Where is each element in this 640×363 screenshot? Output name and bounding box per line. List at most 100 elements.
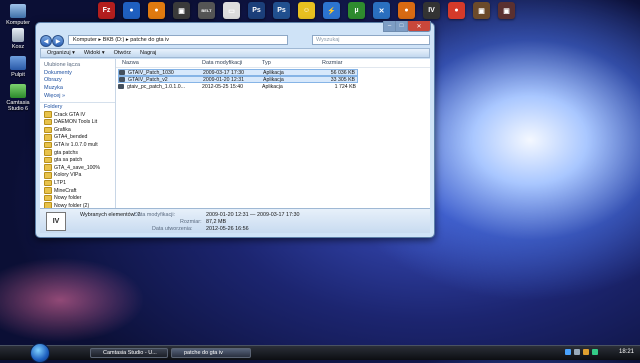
camera-icon[interactable]: ▭: [223, 2, 240, 19]
folder-tree-label: GTA iv 1.0.7.0 mult: [54, 141, 98, 148]
firefox-globe-icon[interactable]: ●: [148, 2, 165, 19]
file-name: GTAIV_Patch_1030: [128, 69, 174, 76]
column-type[interactable]: Typ: [262, 60, 271, 66]
desktop-icon-label: Komputer: [6, 20, 30, 26]
desktop-icon-label: Camtasia Studio 6: [6, 100, 30, 112]
folder-tree-item[interactable]: GTA iv 1.0.7.0 mult: [40, 141, 115, 149]
file-type: Aplikacja: [262, 83, 283, 90]
folder-tree-label: MineCraft: [54, 187, 77, 194]
organize-button[interactable]: Organizuj ▾: [47, 50, 75, 56]
column-headers: Nazwa Data modyfikacji Typ Rozmiar: [116, 59, 430, 68]
thunder-icon[interactable]: ⚡: [323, 2, 340, 19]
folder-tree-label: gta sa patch: [54, 157, 83, 164]
smiley-icon[interactable]: ☺: [298, 2, 315, 19]
chrome-icon[interactable]: ●: [448, 2, 465, 19]
column-date[interactable]: Data modyfikacji: [202, 60, 242, 66]
folder-tree-item[interactable]: MineCraft: [40, 187, 115, 195]
game-icon[interactable]: ▣: [173, 2, 190, 19]
folder-icon: [44, 194, 52, 202]
taskbar: Camtasia Studio - U... patche do gta iv …: [0, 343, 640, 363]
folder-tree-item[interactable]: Kolory VIPa: [40, 172, 115, 180]
favorite-link-more[interactable]: Więcej »: [40, 92, 115, 100]
back-button[interactable]: ◀: [40, 35, 52, 47]
utorrent-icon[interactable]: µ: [348, 2, 365, 19]
folder-tree-label: Crack GTA IV: [54, 111, 86, 118]
breadcrumb-drive[interactable]: BKB (D:): [103, 37, 125, 43]
column-size[interactable]: Rozmiar: [322, 60, 342, 66]
tray-app-icon[interactable]: [592, 349, 598, 355]
desktop-icon-desktop[interactable]: Pulpit: [2, 56, 34, 78]
folder-tree-item[interactable]: LTP1: [40, 179, 115, 187]
taskbar-item-explorer[interactable]: patche do gta iv: [171, 348, 251, 358]
breadcrumb-computer[interactable]: Komputer: [73, 37, 97, 43]
application-icon: [119, 77, 125, 82]
file-size: 33 305 KB: [330, 76, 355, 83]
firefox-icon[interactable]: ●: [398, 2, 415, 19]
photo-icon[interactable]: ▣: [473, 2, 490, 19]
open-button[interactable]: Otwórz: [114, 50, 131, 56]
dragon-icon[interactable]: ▣: [498, 2, 515, 19]
favorite-link-music[interactable]: Muzyka: [40, 84, 115, 92]
file-list: Nazwa Data modyfikacji Typ Rozmiar GTAIV…: [116, 59, 430, 211]
folder-tree-item[interactable]: gta sa patch: [40, 156, 115, 164]
folder-tree-item[interactable]: Nowy folder: [40, 194, 115, 202]
start-button[interactable]: [30, 343, 50, 363]
computer-icon: [10, 4, 26, 18]
folder-tree-item[interactable]: GTA_4_save_100%: [40, 164, 115, 172]
gta-iv-icon[interactable]: IV: [423, 2, 440, 19]
file-row[interactable]: GTAIV_Patch_v2 2009-01-20 12:31 Aplikacja 3…: [118, 76, 358, 83]
photoshop-icon[interactable]: Ps: [248, 2, 265, 19]
folder-tree-label: LTP1: [54, 179, 67, 186]
column-name[interactable]: Nazwa: [122, 60, 139, 66]
folder-tree-label: GTA_4_save_100%: [54, 164, 101, 171]
search-input[interactable]: Wyszukaj: [312, 35, 430, 45]
folders-title[interactable]: Foldery: [40, 101, 115, 111]
filezilla-icon[interactable]: Fz: [98, 2, 115, 19]
ball-icon[interactable]: ●: [123, 2, 140, 19]
file-row[interactable]: gtaiv_pc_patch_1.0.1.0... 2012-05-25 15:4…: [118, 83, 358, 90]
desktop-icon-camtasia[interactable]: Camtasia Studio 6: [2, 84, 34, 112]
desktop-icon-label: Kosz: [11, 44, 25, 50]
file-date: 2009-01-20 12:31: [203, 76, 244, 83]
command-bar: Organizuj ▾ Widoki ▾ Otwórz Nagraj: [40, 48, 430, 58]
folder-tree-item[interactable]: gta patchs: [40, 149, 115, 157]
file-name: gtaiv_pc_patch_1.0.1.0...: [127, 83, 185, 90]
folder-tree-label: DAEMON Tools Lit: [54, 119, 98, 126]
search-placeholder: Wyszukaj: [316, 37, 340, 43]
modified-label: Data modyfikacji:: [134, 212, 176, 218]
desktop-icon-recycle-bin[interactable]: Kosz: [2, 28, 34, 50]
folder-icon: [44, 141, 52, 149]
file-row[interactable]: GTAIV_Patch_1030 2009-03-17 17:30 Aplikacj…: [118, 69, 358, 76]
desktop-folder-icon: [10, 56, 26, 70]
tray-app-icon[interactable]: [583, 349, 589, 355]
folder-icon: [44, 164, 52, 171]
clock[interactable]: 18:21: [619, 349, 634, 355]
folder-tree-item[interactable]: DAEMON Tools Lit: [40, 118, 115, 126]
desktop-icon-computer[interactable]: Komputer: [2, 4, 34, 26]
taskbar-item-camtasia[interactable]: Camtasia Studio - U...: [90, 348, 168, 358]
folder-tree-item[interactable]: Grafika: [40, 126, 115, 134]
tray-volume-icon[interactable]: [574, 349, 580, 355]
navigation-pane: Ulubione łącza Dokumenty Obrazy Muzyka W…: [40, 59, 116, 211]
favorite-link-documents[interactable]: Dokumenty: [40, 69, 115, 77]
belt-icon[interactable]: BELT: [198, 2, 215, 19]
network-icon[interactable]: ✕: [373, 2, 390, 19]
file-type: Aplikacja: [263, 76, 284, 83]
photoshop-alt-icon[interactable]: Ps: [273, 2, 290, 19]
folder-tree-item[interactable]: GTA4_bended: [40, 134, 115, 142]
top-dock: Fz ● ● ▣ BELT ▭ Ps Ps ☺ ⚡ µ ✕ ● IV ● ▣ ▣: [0, 0, 640, 22]
forward-button[interactable]: ▶: [52, 35, 64, 47]
favorite-link-pictures[interactable]: Obrazy: [40, 77, 115, 85]
tray-network-icon[interactable]: [565, 349, 571, 355]
file-size: 56 036 KB: [330, 69, 355, 76]
address-bar[interactable]: Komputer ▸ BKB (D:) ▸ patche do gta iv: [68, 35, 288, 45]
folder-tree: Crack GTA IV DAEMON Tools Lit Grafika GTA4_…: [40, 111, 115, 211]
breadcrumb-folder[interactable]: patche do gta iv: [130, 37, 169, 43]
views-button[interactable]: Widoki ▾: [84, 50, 105, 56]
folder-tree-item[interactable]: Crack GTA IV: [40, 111, 115, 119]
folder-icon: [44, 187, 52, 194]
folder-icon: [44, 118, 52, 126]
modified-value: 2009-01-20 12:31 — 2009-03-17 17:30: [206, 212, 300, 218]
burn-button[interactable]: Nagraj: [140, 50, 156, 56]
file-date: 2009-03-17 17:30: [203, 69, 244, 76]
